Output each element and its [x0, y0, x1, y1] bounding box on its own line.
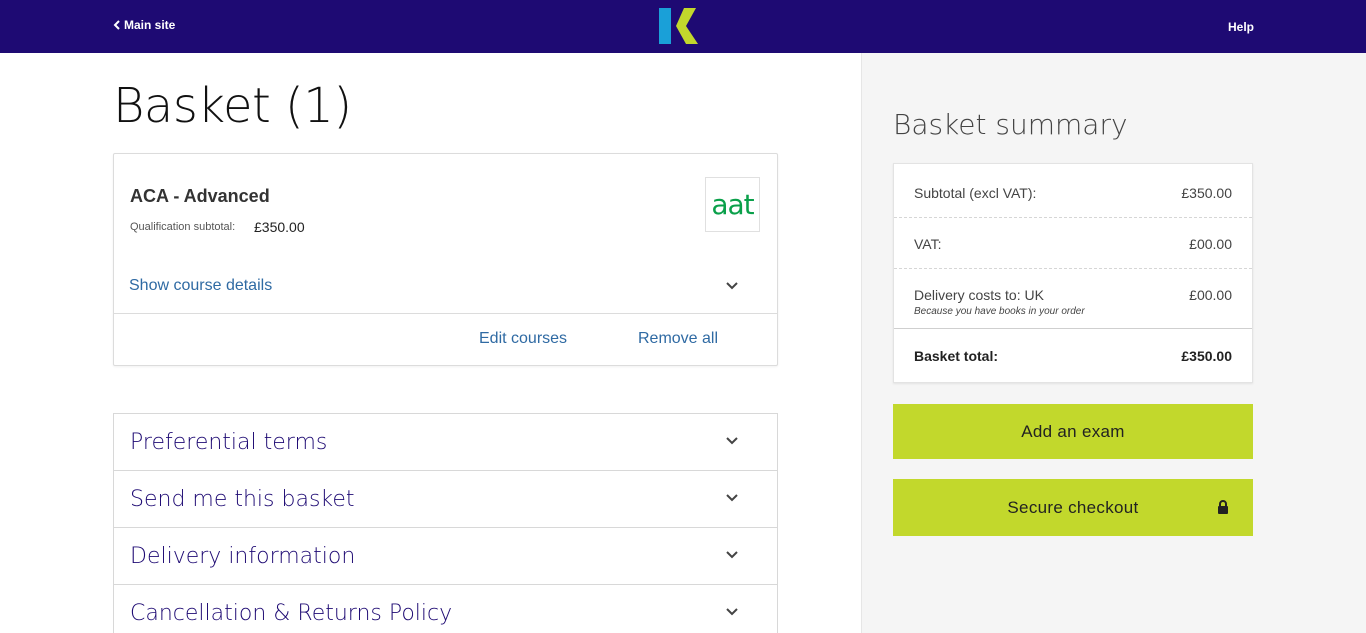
- kaplan-logo[interactable]: [658, 8, 706, 44]
- chevron-down-icon: [726, 551, 738, 559]
- subtotal-value: £350.00: [1181, 185, 1232, 201]
- chevron-down-icon: [726, 608, 738, 616]
- card-divider: [114, 313, 777, 314]
- subtotal-label: Subtotal (excl VAT):: [914, 185, 1037, 201]
- basket-total-label: Basket total:: [914, 348, 999, 364]
- qualification-subtotal-label: Qualification subtotal:: [130, 221, 236, 233]
- add-exam-label: Add an exam: [1021, 421, 1125, 441]
- accordion-preferential-terms[interactable]: Preferential terms: [114, 414, 777, 471]
- accordion-label: Preferential terms: [130, 430, 328, 455]
- summary-divider: [894, 217, 1252, 218]
- aat-logo-text: aat: [711, 188, 754, 221]
- chevron-down-icon: [726, 437, 738, 445]
- delivery-note: Because you have books in your order: [914, 306, 1085, 317]
- main-site-label: Main site: [124, 18, 176, 32]
- chevron-down-icon[interactable]: [725, 281, 739, 291]
- main-site-link[interactable]: Main site: [113, 18, 175, 32]
- summary-divider: [894, 268, 1252, 269]
- add-exam-button[interactable]: Add an exam: [893, 404, 1253, 459]
- vat-label: VAT:: [914, 236, 942, 252]
- show-course-details-link[interactable]: Show course details: [129, 277, 272, 295]
- chevron-down-icon: [726, 494, 738, 502]
- summary-divider: [894, 328, 1252, 329]
- help-link[interactable]: Help: [1228, 20, 1254, 34]
- delivery-value: £00.00: [1189, 287, 1232, 303]
- basket-summary-title: Basket summary: [893, 108, 1128, 141]
- accordion-label: Send me this basket: [130, 487, 355, 512]
- info-accordion: Preferential terms Send me this basket D…: [113, 413, 778, 633]
- secure-checkout-button[interactable]: Secure checkout: [893, 479, 1253, 536]
- delivery-label: Delivery costs to: UK: [914, 287, 1044, 303]
- accordion-label: Delivery information: [130, 544, 356, 569]
- aat-logo: aat: [705, 177, 760, 232]
- accordion-delivery-information[interactable]: Delivery information: [114, 528, 777, 585]
- accordion-label: Cancellation & Returns Policy: [130, 601, 453, 626]
- secure-checkout-label: Secure checkout: [1007, 497, 1139, 517]
- course-card: ACA - Advanced Qualification subtotal: £…: [113, 153, 778, 366]
- vat-value: £00.00: [1189, 236, 1232, 252]
- qualification-subtotal-value: £350.00: [254, 219, 305, 235]
- remove-all-link[interactable]: Remove all: [638, 330, 718, 348]
- accordion-send-basket[interactable]: Send me this basket: [114, 471, 777, 528]
- lock-icon: [1218, 500, 1228, 514]
- chevron-left-icon: [113, 20, 120, 30]
- page-title: Basket (1): [113, 78, 352, 134]
- edit-courses-link[interactable]: Edit courses: [479, 330, 567, 348]
- accordion-cancellation-policy[interactable]: Cancellation & Returns Policy: [114, 585, 777, 633]
- course-name: ACA - Advanced: [130, 186, 270, 206]
- top-nav-bar: Main site Help: [0, 0, 1366, 53]
- basket-total-value: £350.00: [1181, 348, 1232, 364]
- basket-summary-box: Subtotal (excl VAT): £350.00 VAT: £00.00…: [893, 163, 1253, 383]
